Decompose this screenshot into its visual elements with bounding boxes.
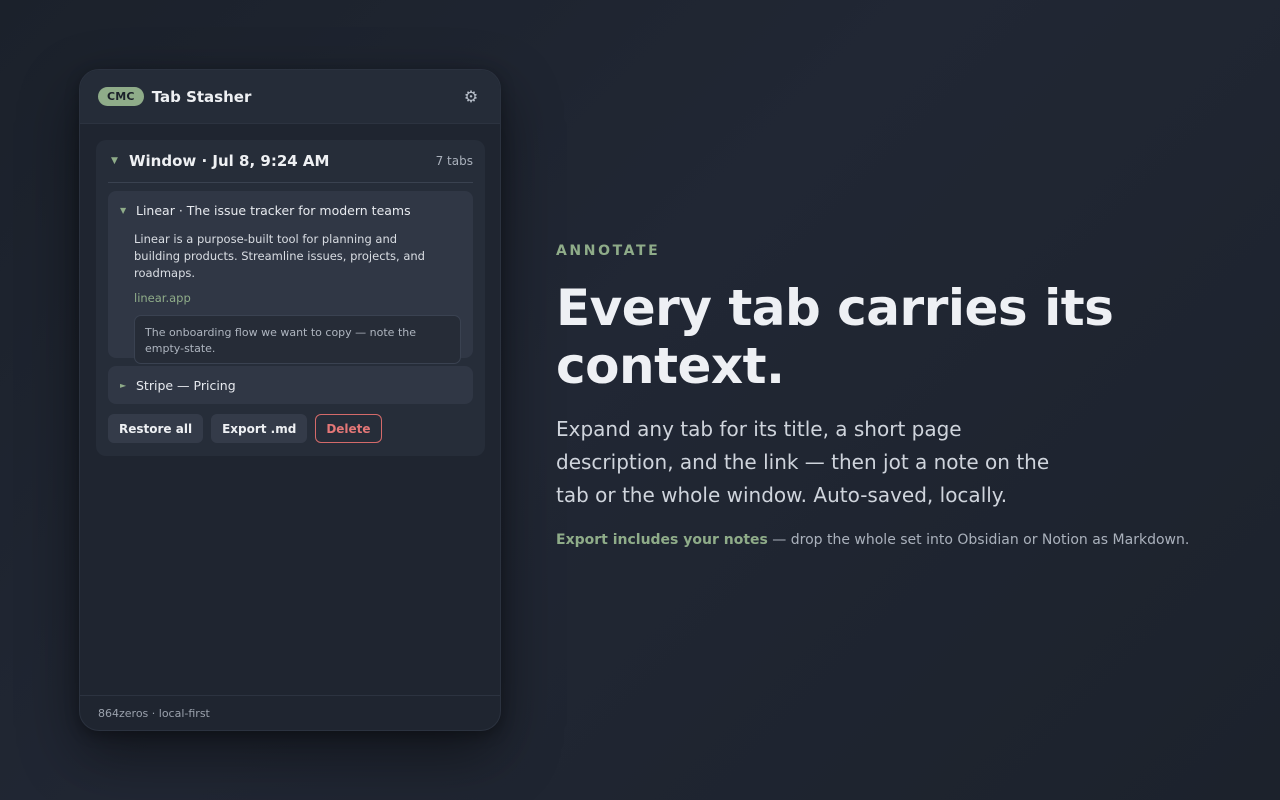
popup-header: CMC Tab Stasher ⚙	[80, 70, 500, 124]
extension-popup: CMC Tab Stasher ⚙ ▼ Window · Jul 8, 9:24…	[79, 69, 501, 731]
eyebrow-label: ANNOTATE	[556, 243, 661, 259]
chevron-right-icon[interactable]: ►	[120, 381, 136, 390]
tab-link[interactable]: linear.app	[134, 291, 191, 305]
chevron-down-icon[interactable]: ▼	[120, 206, 136, 215]
tab-title: Stripe — Pricing	[136, 377, 236, 393]
export-note-accent: Export includes your notes	[556, 532, 768, 548]
headline: Every tab carries its context.	[556, 279, 1114, 395]
window-title: Window · Jul 8, 9:24 AM	[129, 152, 330, 170]
tab-item[interactable]: ► Stripe — Pricing	[108, 366, 473, 404]
brand-badge: CMC	[98, 87, 144, 106]
tab-description: Linear is a purpose-built tool for plann…	[134, 232, 425, 280]
tab-title: Linear · The issue tracker for modern te…	[136, 203, 411, 218]
window-group: ▼ Window · Jul 8, 9:24 AM 7 tabs ▼ Linea…	[96, 140, 485, 456]
tab-header[interactable]: ▼ Linear · The issue tracker for modern …	[120, 203, 463, 218]
settings-button[interactable]: ⚙	[460, 86, 482, 108]
feature-copy: ANNOTATE Every tab carries its context. …	[556, 243, 1216, 548]
chevron-down-icon[interactable]: ▼	[111, 156, 129, 166]
export-note: Export includes your notes — drop the wh…	[556, 532, 1216, 548]
restore-all-button[interactable]: Restore all	[108, 414, 204, 443]
tab-count: 7 tabs	[435, 154, 473, 168]
export-note-text: — drop the whole set into Obsidian or No…	[767, 532, 1190, 548]
tab-note-field[interactable]: The onboarding flow we want to copy — no…	[134, 315, 461, 364]
delete-button[interactable]: Delete	[315, 414, 382, 443]
window-header[interactable]: ▼ Window · Jul 8, 9:24 AM 7 tabs	[108, 140, 473, 183]
lead-paragraph: Expand any tab for its title, a short pa…	[556, 417, 1050, 507]
app-name: Tab Stasher	[151, 87, 252, 106]
popup-footer: 864zeros · local-first	[80, 695, 500, 730]
gear-icon: ⚙	[463, 87, 479, 106]
window-actions: Restore all Export .md Delete	[108, 414, 473, 443]
export-md-button[interactable]: Export .md	[211, 414, 308, 443]
tab-item: ▼ Linear · The issue tracker for modern …	[108, 191, 473, 364]
